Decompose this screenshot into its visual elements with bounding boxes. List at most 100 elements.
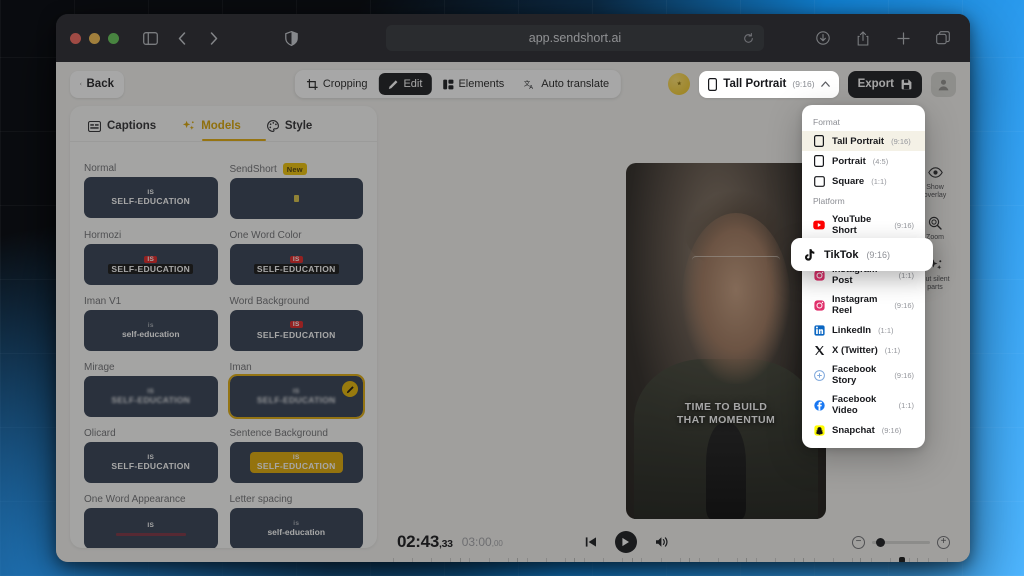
- browser-chrome: app.sendshort.ai: [56, 14, 970, 62]
- dropdown-item-linkedin[interactable]: LinkedIn (1:1): [802, 320, 925, 340]
- model-preview-card[interactable]: IS SELF-EDUCATION: [229, 244, 363, 285]
- share-icon[interactable]: [850, 26, 876, 50]
- models-list[interactable]: Normal IS SELF-EDUCATION SendShort New Hormoz…: [70, 153, 377, 548]
- model-name-label: One Word Color: [230, 230, 364, 241]
- volume-icon[interactable]: [655, 536, 669, 548]
- current-time: 02:43,33: [397, 532, 453, 551]
- model-name-text: Iman: [229, 362, 252, 373]
- coin-icon[interactable]: ★: [668, 73, 691, 95]
- sidebar-toggle-icon[interactable]: [137, 26, 163, 50]
- close-window-button[interactable]: [70, 32, 81, 44]
- dropdown-item-x-twitter[interactable]: X (Twitter) (1:1): [802, 340, 925, 360]
- format-ratio-value: (9:16): [792, 79, 815, 89]
- model-item[interactable]: Word Background IS SELF-EDUCATION: [229, 296, 364, 351]
- ruler-minor-tick: [488, 558, 490, 562]
- window-controls[interactable]: [70, 32, 119, 44]
- model-item[interactable]: Hormozi IS SELF-EDUCATION: [84, 230, 218, 285]
- ruler-minor-tick: [450, 558, 452, 562]
- zoom-slider[interactable]: [872, 537, 930, 547]
- model-name-label: Word Background: [230, 296, 364, 307]
- dropdown-item-youtube-short[interactable]: YouTube Short (9:16): [802, 210, 925, 240]
- panel-tab-models-label: Models: [201, 120, 241, 132]
- format-dropdown-menu[interactable]: Format Tall Portrait (9:16) Portrait (4:5) Sq…: [802, 105, 925, 448]
- ruler-minor-tick: [603, 558, 605, 562]
- ruler-minor-tick: [947, 558, 949, 562]
- model-item[interactable]: One Word Color IS SELF-EDUCATION: [229, 230, 364, 285]
- skip-previous-icon[interactable]: [585, 536, 597, 548]
- dropdown-item-label: Tall Portrait: [832, 135, 885, 147]
- zoom-out-icon[interactable]: −: [852, 535, 865, 549]
- model-item[interactable]: Iman IS SELF-EDUCATION: [227, 362, 365, 419]
- panel-tab-models[interactable]: Models: [182, 120, 241, 141]
- dropdown-item-tiktok-label: TikTok: [824, 248, 859, 261]
- topbar-right-group: ★ Tall Portrait (9:16) Export: [668, 70, 956, 98]
- model-preview-card[interactable]: [229, 178, 363, 219]
- model-preview-card[interactable]: is self-education: [84, 310, 218, 351]
- dropdown-item-ratio: (1:1): [871, 176, 887, 186]
- browser-navigation[interactable]: [169, 26, 227, 50]
- model-item[interactable]: Mirage IS SELF-EDUCATION: [84, 362, 218, 417]
- dropdown-item-tall-portrait[interactable]: Tall Portrait (9:16): [802, 131, 925, 151]
- model-name-label: Iman: [230, 362, 364, 373]
- dropdown-item-tiktok-hovered[interactable]: TikTok (9:16): [791, 238, 933, 271]
- model-item[interactable]: Normal IS SELF-EDUCATION: [84, 163, 218, 219]
- phone-portrait-icon: [813, 135, 825, 147]
- dropdown-item-instagram-reel[interactable]: Instagram Reel (9:16): [802, 290, 925, 320]
- new-tab-icon[interactable]: [890, 26, 916, 50]
- model-item[interactable]: Olicard IS SELF-EDUCATION: [84, 428, 218, 483]
- model-preview-card[interactable]: IS: [84, 508, 218, 548]
- model-preview-card[interactable]: IS SELF-EDUCATION: [84, 244, 218, 285]
- ruler-minor-tick: [794, 558, 796, 562]
- address-bar[interactable]: app.sendshort.ai: [386, 25, 764, 51]
- ruler-minor-tick: [622, 558, 624, 562]
- zoom-slider-knob[interactable]: [876, 537, 885, 547]
- pencil-icon: [388, 79, 398, 89]
- tab-elements[interactable]: Elements: [433, 73, 513, 95]
- play-button[interactable]: [614, 531, 637, 553]
- model-preview-card[interactable]: IS SELF-EDUCATION: [229, 442, 363, 483]
- panel-tab-style[interactable]: Style: [266, 120, 312, 141]
- nav-back-icon[interactable]: [169, 26, 195, 50]
- model-item[interactable]: Sentence Background IS SELF-EDUCATION: [229, 428, 363, 483]
- video-preview[interactable]: TIME TO BUILD THAT MOMENTUM: [626, 163, 826, 519]
- caption-word-2: self-education: [121, 329, 180, 339]
- model-preview-card[interactable]: IS SELF-EDUCATION: [84, 376, 218, 417]
- maximize-window-button[interactable]: [108, 32, 119, 44]
- back-button[interactable]: Back: [70, 70, 124, 98]
- tab-cropping[interactable]: Cropping: [298, 73, 377, 95]
- dropdown-item-square[interactable]: Square (1:1): [802, 171, 925, 191]
- tab-auto-translate[interactable]: 文A Auto translate: [515, 73, 618, 95]
- ruler-minor-tick: [565, 558, 567, 562]
- dropdown-item-facebook-video[interactable]: Facebook Video (1:1): [802, 390, 925, 420]
- timeline-ruler[interactable]: 00:1800:3600:5501:1301:3101:5002:0802:26…: [387, 558, 968, 562]
- panel-tab-captions[interactable]: Captions: [88, 120, 156, 141]
- model-preview-card[interactable]: is self-education: [229, 508, 363, 548]
- zoom-in-icon[interactable]: +: [937, 535, 950, 549]
- model-preview-card[interactable]: IS SELF-EDUCATION: [84, 177, 218, 218]
- dropdown-item-portrait[interactable]: Portrait (4:5): [802, 151, 925, 171]
- format-ratio-label: Tall Portrait: [723, 78, 787, 90]
- video-caption-overlay[interactable]: TIME TO BUILD THAT MOMENTUM: [626, 401, 826, 426]
- model-item[interactable]: Iman V1 is self-education: [84, 296, 218, 351]
- reload-icon[interactable]: [743, 32, 754, 44]
- privacy-shield-icon[interactable]: [285, 30, 298, 46]
- dropdown-item-facebook-story[interactable]: Facebook Story (9:16): [802, 360, 925, 390]
- model-item[interactable]: Letter spacing is self-education: [229, 494, 363, 548]
- tab-edit[interactable]: Edit: [378, 73, 432, 95]
- tool-zoom[interactable]: Zoom: [926, 214, 944, 242]
- minimize-window-button[interactable]: [89, 32, 100, 44]
- dropdown-item-snapchat[interactable]: Snapchat (9:16): [802, 420, 925, 440]
- tab-overview-icon[interactable]: [930, 26, 956, 50]
- format-ratio-button[interactable]: Tall Portrait (9:16): [699, 70, 839, 98]
- nav-forward-icon[interactable]: [201, 26, 227, 50]
- user-avatar-icon[interactable]: [931, 71, 956, 97]
- edit-model-button[interactable]: [342, 381, 358, 397]
- model-item[interactable]: One Word Appearance IS: [84, 494, 218, 548]
- instagram-icon: [813, 299, 825, 311]
- export-button[interactable]: Export: [847, 70, 922, 98]
- model-preview-card[interactable]: IS SELF-EDUCATION: [84, 442, 218, 483]
- download-icon[interactable]: [810, 26, 836, 50]
- model-preview-card[interactable]: IS SELF-EDUCATION: [229, 310, 363, 351]
- model-preview-card[interactable]: IS SELF-EDUCATION: [227, 374, 365, 419]
- model-item[interactable]: SendShort New: [229, 163, 363, 219]
